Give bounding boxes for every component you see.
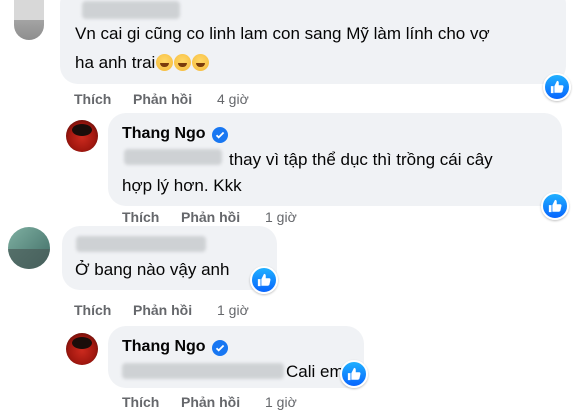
timestamp[interactable]: 4 giờ [217,91,249,107]
avatar[interactable] [66,333,98,365]
reply-button[interactable]: Phản hồi [181,209,240,225]
timestamp[interactable]: 1 giờ [265,209,297,225]
timestamp[interactable]: 1 giờ [217,302,249,318]
laughing-emoji-icon [156,54,174,71]
like-icon[interactable] [250,266,278,294]
reply-button[interactable]: Phản hồi [133,302,192,318]
like-button[interactable]: Thích [122,394,159,410]
avatar[interactable] [66,120,98,152]
comment-bubble: Ở bang nào vậy anh [62,226,277,290]
reply-button[interactable]: Phản hồi [181,394,240,410]
like-button[interactable]: Thích [122,209,159,225]
like-button[interactable]: Thích [74,302,111,318]
verified-badge-icon [212,127,228,143]
like-icon[interactable] [541,192,569,220]
author-name[interactable]: Thang Ngo [122,338,206,356]
blurred-mention [124,149,222,165]
author-name[interactable]: Thang Ngo [122,125,206,143]
comment-text: thay vì tập thể dục thì trồng cái cây [229,150,493,169]
avatar[interactable] [14,0,44,40]
laughing-emoji-icon [174,54,192,71]
avatar[interactable] [8,227,50,269]
comment-text: Ở bang nào vậy anh [75,260,230,279]
comment-text-line2: hợp lý hơn. Kkk [122,176,242,195]
like-icon[interactable] [340,360,368,388]
timestamp[interactable]: 1 giờ [265,394,297,410]
like-icon[interactable] [543,73,571,101]
blurred-author-name [82,1,180,19]
laughing-emoji-icon [192,54,210,71]
reply-bubble: Thang Ngo Cali em à [108,326,364,388]
blurred-mention [122,363,284,379]
like-button[interactable]: Thích [74,91,111,107]
verified-badge-icon [212,340,228,356]
comment-text: Vn cai gi cũng co linh lam con sang Mỹ l… [75,24,490,43]
reply-button[interactable]: Phản hồi [133,91,192,107]
comment-text-line2: ha anh trai [75,50,210,75]
comment-bubble: Vn cai gi cũng co linh lam con sang Mỹ l… [60,0,566,84]
reply-bubble: Thang Ngo thay vì tập thể dục thì trồng … [108,113,562,206]
blurred-author-name [76,236,206,252]
